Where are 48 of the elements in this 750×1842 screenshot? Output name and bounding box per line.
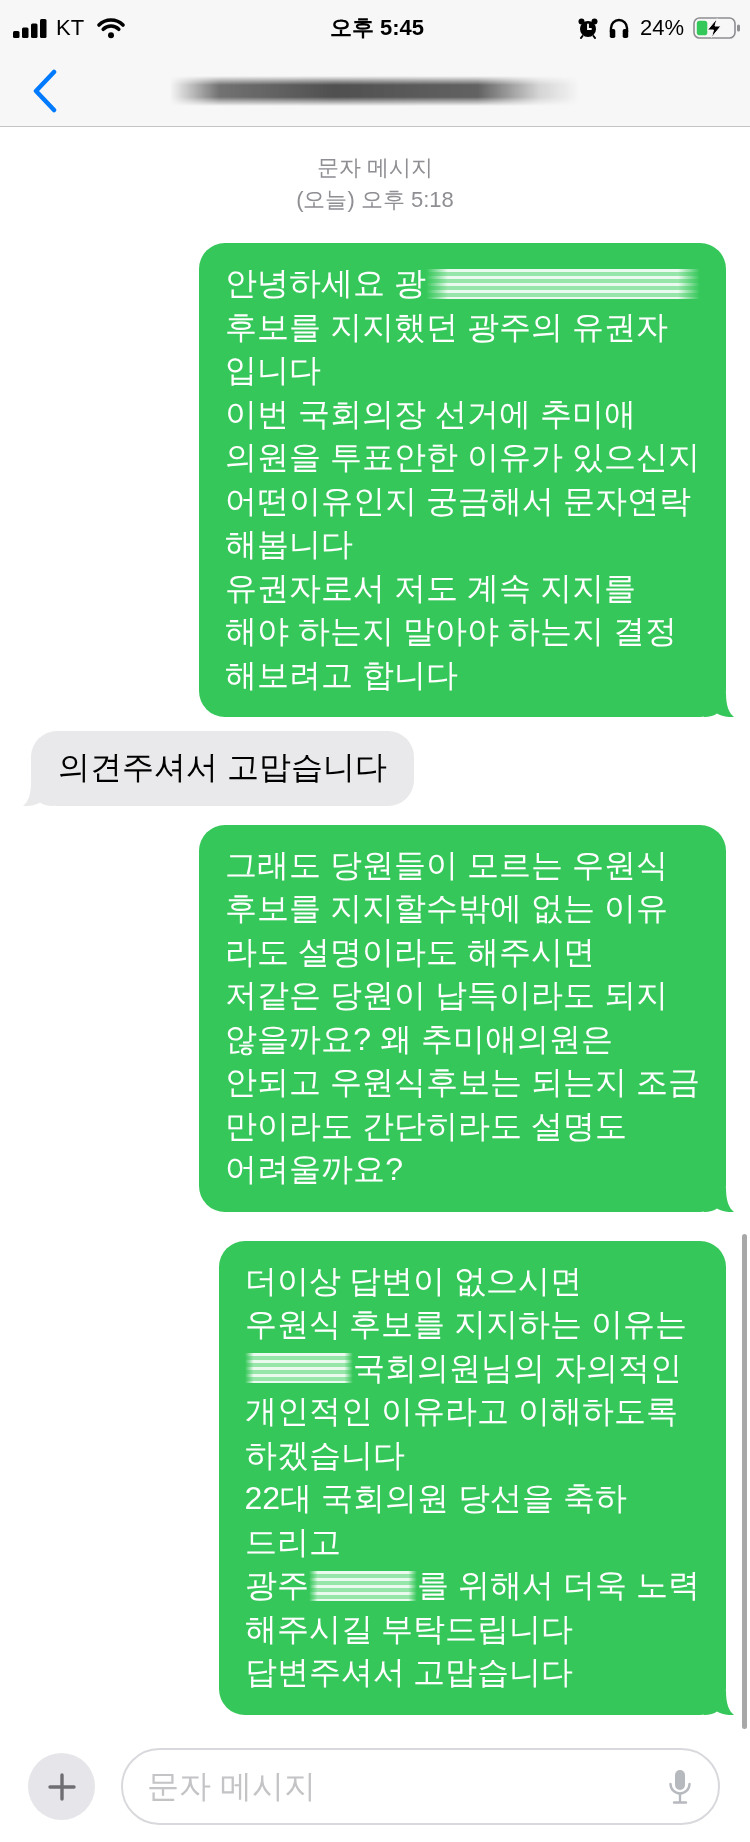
microphone-icon[interactable] <box>668 1769 692 1805</box>
wifi-icon <box>96 16 127 39</box>
message-text: 후보를 지지했던 광주의 유권자 <box>225 307 668 347</box>
message-text: 하겠습니다 <box>244 1435 405 1475</box>
battery-percent: 24% <box>639 14 684 41</box>
message-text: 어떤이유인지 궁금해서 문자연락 <box>225 481 692 521</box>
back-button[interactable] <box>32 68 58 113</box>
battery-charging-icon <box>693 16 741 39</box>
message-text: 해보려고 합니다 <box>225 655 459 695</box>
status-time: 오후 5:45 <box>329 14 425 41</box>
signal-icon <box>13 17 47 38</box>
message-text: 안녕하세요 광 <box>225 264 427 303</box>
message-text: 그래도 당원들이 모르는 우원식 <box>225 845 668 885</box>
message-text: 유권자로서 저도 계속 지지를 <box>225 568 636 608</box>
message-text: 의원을 투표안한 이유가 있으신지 <box>225 438 700 477</box>
message-text: 우원식 후보를 지지하는 이유는 <box>244 1305 688 1344</box>
plus-icon <box>47 1772 76 1801</box>
message-text: 국회의원님의 자의적인 <box>353 1348 683 1388</box>
message-text: 해주시길 부탁드립니다 <box>244 1609 574 1649</box>
message-text: 않을까요? 왜 추미애의원은 <box>225 1019 613 1059</box>
message-text: 라도 설명이라도 해주시면 <box>225 932 596 972</box>
chevron-left-icon <box>32 68 58 113</box>
message-text: 이번 국회의장 선거에 추미애 <box>225 394 636 434</box>
carrier-label: KT <box>56 14 85 41</box>
message-text: 안되고 우원식후보는 되는지 조금 <box>225 1063 700 1102</box>
bubble-tail-icon <box>704 1187 734 1212</box>
message-text: 개인적인 이유라고 이해하도록 <box>244 1392 679 1431</box>
message-text: 입니다 <box>225 351 322 390</box>
message-text: 답변주셔서 고맙습니다 <box>244 1653 574 1692</box>
timestamp: (오늘) 오후 5:18 <box>296 186 454 214</box>
headphones-icon <box>607 16 630 39</box>
message-text: 광주 <box>244 1566 309 1605</box>
message-text: 의견주셔서 고맙습니다 <box>58 748 387 787</box>
message-text: 를 위해서 더욱 노력 <box>417 1566 700 1605</box>
alarm-clock-icon <box>576 16 599 39</box>
bubble-tail-icon <box>704 1690 734 1715</box>
message-text: 만이라도 간단히라도 설명도 <box>225 1106 628 1146</box>
message-text: 저같은 당원이 납득이라도 되지 <box>225 976 668 1015</box>
message-text: 22대 국회의원 당선을 축하 <box>244 1479 627 1518</box>
message-text: 더이상 답변이 없으시면 <box>244 1261 583 1301</box>
message-text: 후보를 지지할수밖에 없는 이유 <box>225 889 668 928</box>
message-text: 어려울까요? <box>225 1150 404 1189</box>
bubble-tail-icon <box>704 693 734 717</box>
message-text: 해봅니다 <box>225 525 354 564</box>
message-text: 드리고 <box>244 1522 341 1562</box>
message-text: 해야 하는지 말아야 하는지 결정 <box>225 612 677 651</box>
message-input-field[interactable]: 문자 메시지 <box>121 1748 720 1825</box>
service-label: 문자 메시지 <box>316 154 434 182</box>
